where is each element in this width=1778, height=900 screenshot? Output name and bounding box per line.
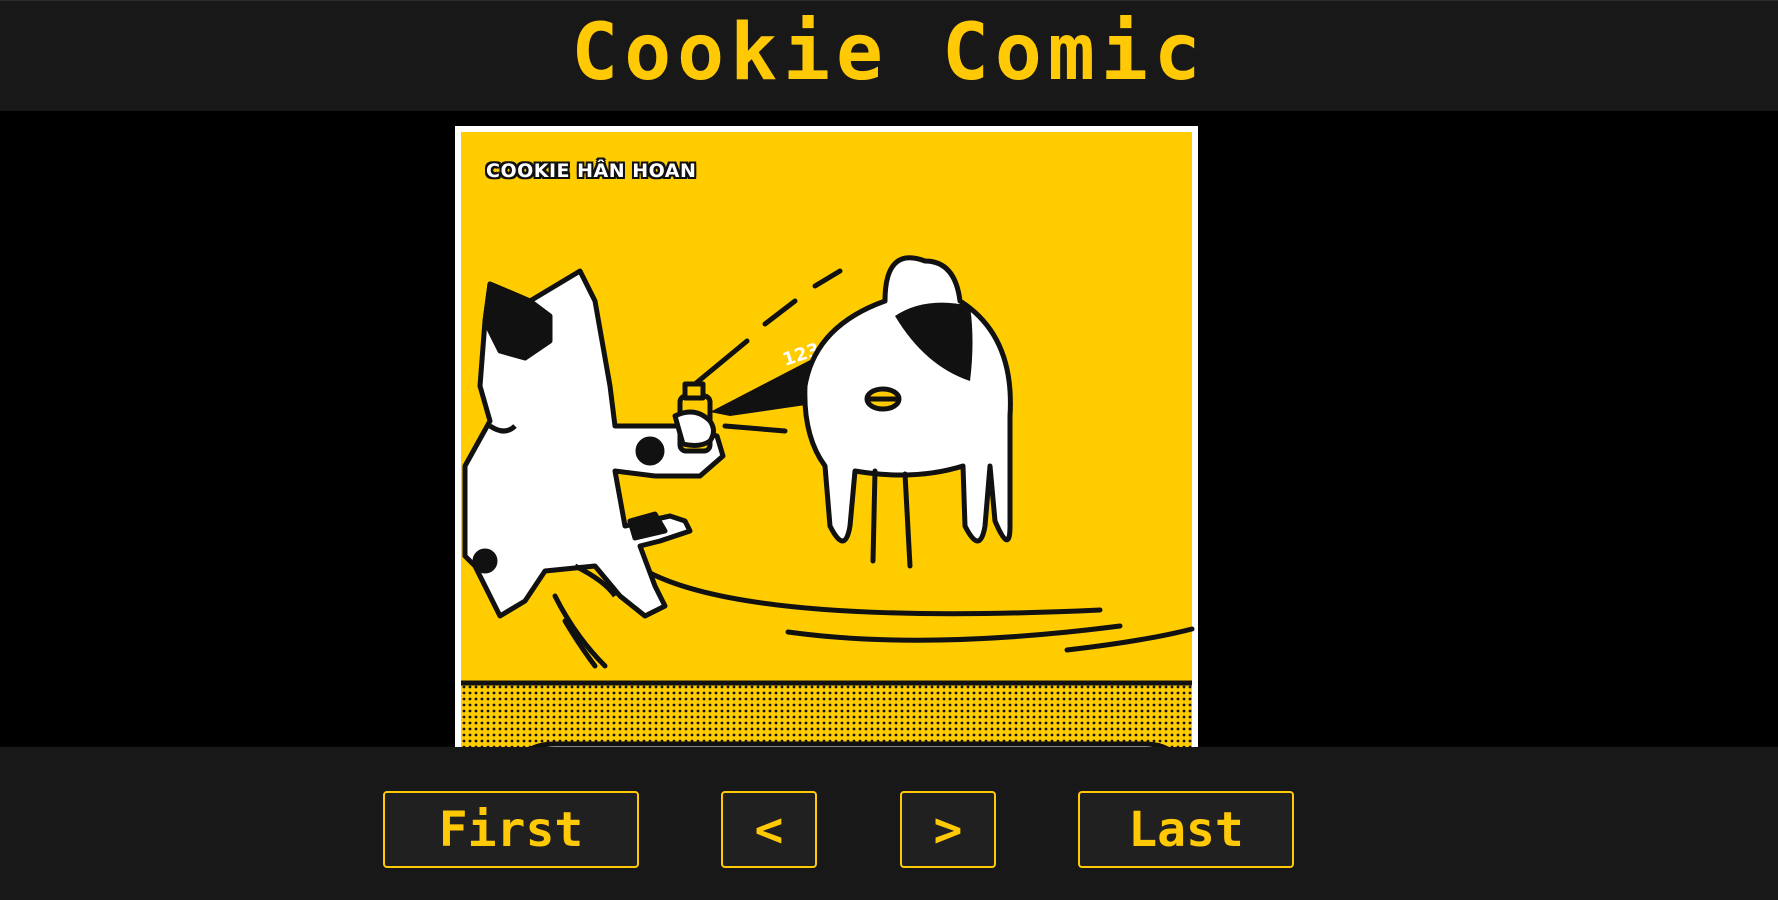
- previous-button[interactable]: <: [721, 791, 817, 868]
- header-bar: Cookie Comic: [0, 0, 1778, 111]
- chevron-right-icon: >: [933, 801, 963, 858]
- page-title: Cookie Comic: [571, 8, 1207, 98]
- last-button-label: Last: [1128, 801, 1244, 858]
- comic-caption: COOKIE HÂN HOAN: [486, 160, 697, 182]
- next-button[interactable]: >: [900, 791, 996, 868]
- comic-illustration: 123456: [461, 132, 1195, 747]
- comic-viewer[interactable]: 123456 COOKIE HÂN HOAN: [0, 111, 1778, 747]
- chevron-left-icon: <: [754, 801, 784, 858]
- last-button[interactable]: Last: [1078, 791, 1294, 868]
- comic-panel: 123456 COOKIE HÂN HOAN: [455, 126, 1198, 747]
- halftone-floor: [461, 683, 1192, 747]
- first-button[interactable]: First: [383, 791, 639, 868]
- navigation-bar: First < > Last: [0, 747, 1778, 900]
- first-button-label: First: [438, 801, 584, 858]
